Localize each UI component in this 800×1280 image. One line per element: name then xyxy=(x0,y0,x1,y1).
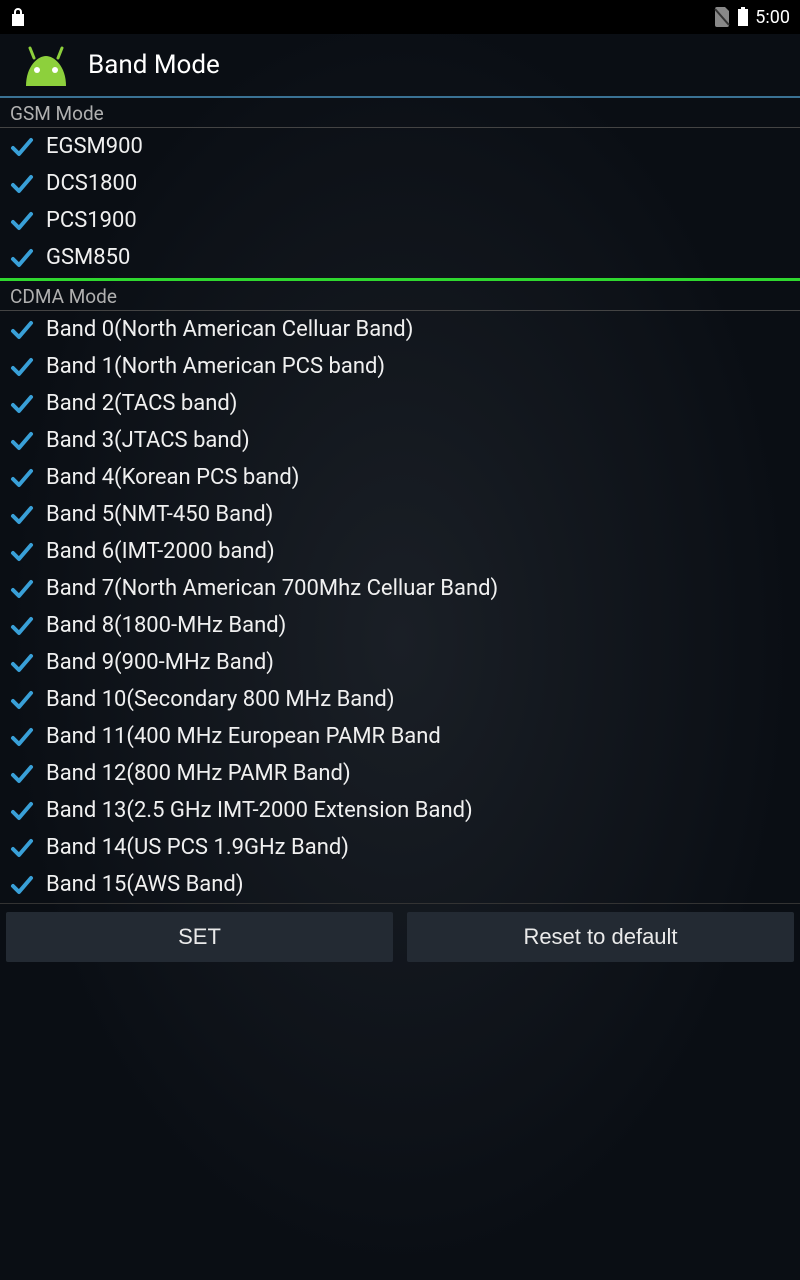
checkmark-icon xyxy=(10,466,34,490)
gsm-item[interactable]: GSM850 xyxy=(0,239,800,276)
cdma-item[interactable]: Band 14(US PCS 1.9GHz Band) xyxy=(0,829,800,866)
cdma-item[interactable]: Band 10(Secondary 800 MHz Band) xyxy=(0,681,800,718)
list-item-label: EGSM900 xyxy=(46,134,143,159)
list-item-label: Band 5(NMT-450 Band) xyxy=(46,502,273,527)
section-header-gsm: GSM Mode xyxy=(0,98,800,128)
list-item-label: GSM850 xyxy=(46,245,130,270)
list-item-label: Band 4(Korean PCS band) xyxy=(46,465,299,490)
list-item-label: Band 1(North American PCS band) xyxy=(46,354,385,379)
battery-icon xyxy=(737,7,749,27)
list-item-label: DCS1800 xyxy=(46,171,137,196)
list-item-label: Band 6(IMT-2000 band) xyxy=(46,539,275,564)
checkmark-icon xyxy=(10,725,34,749)
checkmark-icon xyxy=(10,392,34,416)
cdma-list: Band 0(North American Celluar Band) Band … xyxy=(0,311,800,903)
status-bar: 5:00 xyxy=(0,0,800,34)
page-title: Band Mode xyxy=(88,50,220,80)
checkmark-icon xyxy=(10,762,34,786)
cdma-item[interactable]: Band 0(North American Celluar Band) xyxy=(0,311,800,348)
app-header: Band Mode xyxy=(0,34,800,96)
checkmark-icon xyxy=(10,873,34,897)
list-item-label: Band 7(North American 700Mhz Celluar Ban… xyxy=(46,576,498,601)
checkmark-icon xyxy=(10,209,34,233)
list-item-label: PCS1900 xyxy=(46,208,137,233)
cdma-item[interactable]: Band 13(2.5 GHz IMT-2000 Extension Band) xyxy=(0,792,800,829)
button-bar: SET Reset to default xyxy=(0,903,800,970)
checkmark-icon xyxy=(10,799,34,823)
gsm-item[interactable]: PCS1900 xyxy=(0,202,800,239)
no-sim-icon xyxy=(713,7,731,27)
checkmark-icon xyxy=(10,614,34,638)
reset-button[interactable]: Reset to default xyxy=(407,912,794,962)
cdma-item[interactable]: Band 8(1800-MHz Band) xyxy=(0,607,800,644)
checkmark-icon xyxy=(10,429,34,453)
list-item-label: Band 15(AWS Band) xyxy=(46,872,243,897)
checkmark-icon xyxy=(10,135,34,159)
list-item-label: Band 12(800 MHz PAMR Band) xyxy=(46,761,351,786)
cdma-item[interactable]: Band 12(800 MHz PAMR Band) xyxy=(0,755,800,792)
cdma-item[interactable]: Band 11(400 MHz European PAMR Band xyxy=(0,718,800,755)
cdma-item[interactable]: Band 5(NMT-450 Band) xyxy=(0,496,800,533)
checkmark-icon xyxy=(10,688,34,712)
set-button[interactable]: SET xyxy=(6,912,393,962)
status-time: 5:00 xyxy=(755,7,790,28)
checkmark-icon xyxy=(10,540,34,564)
gsm-item[interactable]: DCS1800 xyxy=(0,165,800,202)
checkmark-icon xyxy=(10,651,34,675)
cdma-item[interactable]: Band 4(Korean PCS band) xyxy=(0,459,800,496)
list-item-label: Band 9(900-MHz Band) xyxy=(46,650,274,675)
cdma-item[interactable]: Band 6(IMT-2000 band) xyxy=(0,533,800,570)
android-icon xyxy=(18,44,74,86)
checkmark-icon xyxy=(10,246,34,270)
cdma-item[interactable]: Band 9(900-MHz Band) xyxy=(0,644,800,681)
list-item-label: Band 8(1800-MHz Band) xyxy=(46,613,286,638)
cdma-item[interactable]: Band 2(TACS band) xyxy=(0,385,800,422)
list-item-label: Band 10(Secondary 800 MHz Band) xyxy=(46,687,395,712)
checkmark-icon xyxy=(10,577,34,601)
cdma-item[interactable]: Band 1(North American PCS band) xyxy=(0,348,800,385)
checkmark-icon xyxy=(10,172,34,196)
checkmark-icon xyxy=(10,503,34,527)
gsm-item[interactable]: EGSM900 xyxy=(0,128,800,165)
list-item-label: Band 0(North American Celluar Band) xyxy=(46,317,413,342)
list-item-label: Band 3(JTACS band) xyxy=(46,428,250,453)
list-item-label: Band 11(400 MHz European PAMR Band xyxy=(46,724,441,749)
checkmark-icon xyxy=(10,318,34,342)
cdma-item[interactable]: Band 7(North American 700Mhz Celluar Ban… xyxy=(0,570,800,607)
lock-icon xyxy=(10,7,26,27)
list-item-label: Band 2(TACS band) xyxy=(46,391,237,416)
list-item-label: Band 14(US PCS 1.9GHz Band) xyxy=(46,835,349,860)
cdma-item[interactable]: Band 15(AWS Band) xyxy=(0,866,800,903)
cdma-item[interactable]: Band 3(JTACS band) xyxy=(0,422,800,459)
list-item-label: Band 13(2.5 GHz IMT-2000 Extension Band) xyxy=(46,798,473,823)
gsm-list: EGSM900 DCS1800 PCS1900 GSM850 xyxy=(0,128,800,276)
checkmark-icon xyxy=(10,355,34,379)
checkmark-icon xyxy=(10,836,34,860)
section-header-cdma: CDMA Mode xyxy=(0,281,800,311)
